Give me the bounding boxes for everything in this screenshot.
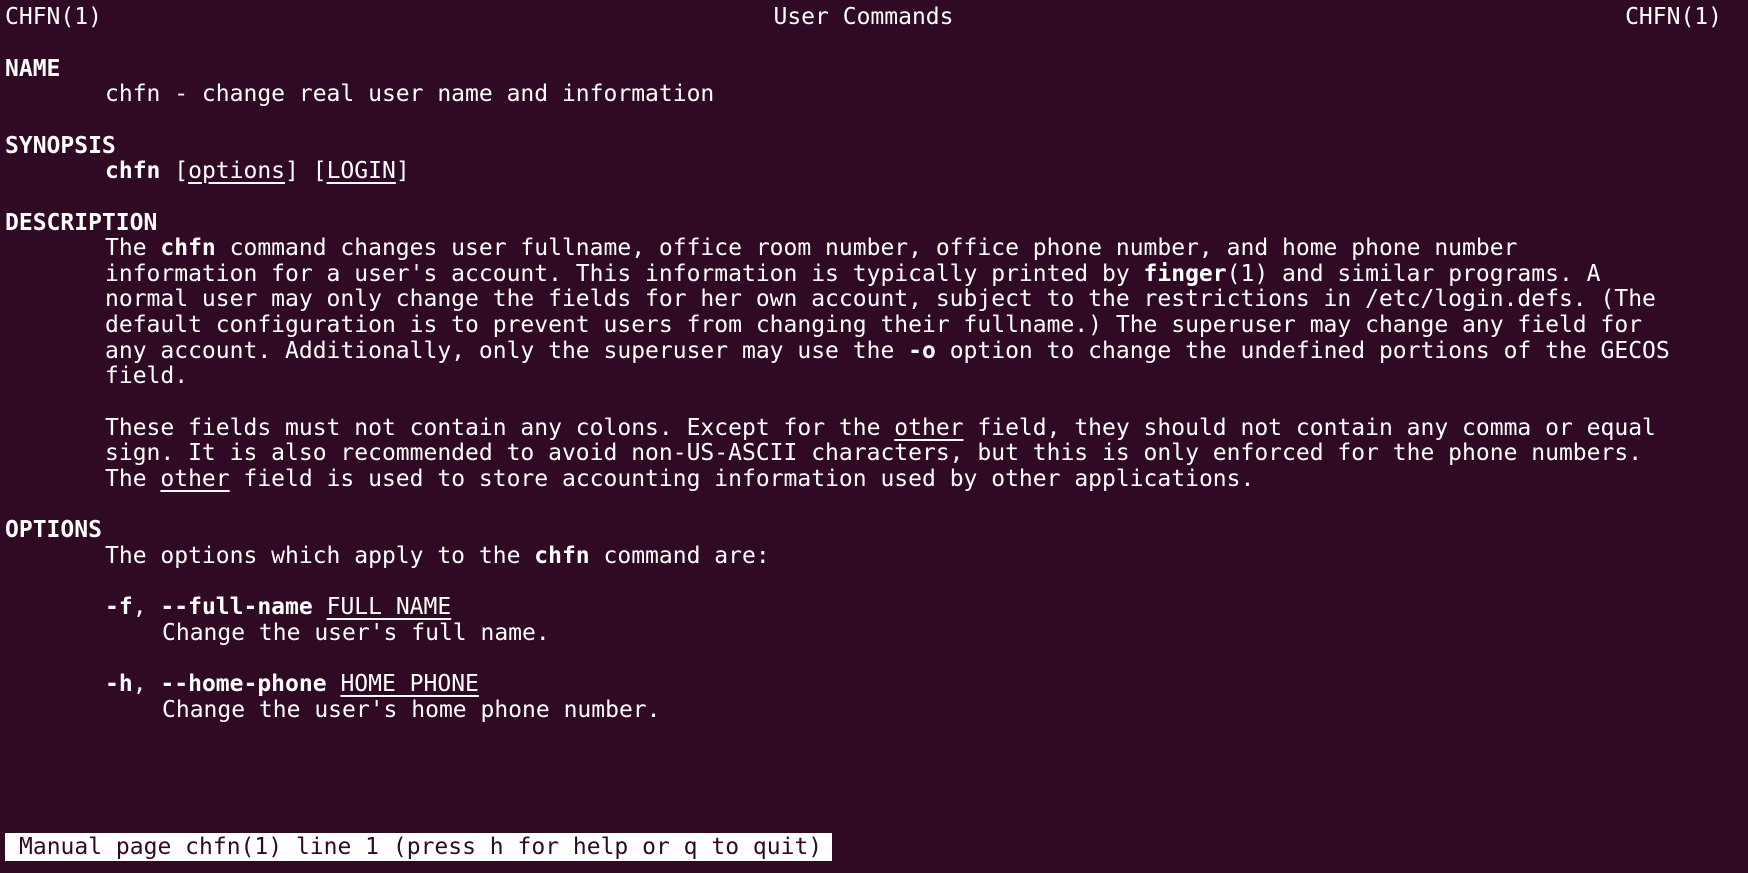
text-run: any account. Additionally, only the supe… (105, 338, 909, 364)
field-ref: other (894, 415, 964, 441)
name-description: chfn - change real user name and informa… (105, 81, 715, 107)
option-argument: HOME_PHONE (340, 671, 479, 697)
section-heading-name: NAME (5, 56, 61, 82)
text-run: field, they should not contain any comma… (963, 415, 1656, 441)
header-left: CHFN(1) (5, 4, 102, 30)
synopsis-line: chfn [options] [LOGIN] (105, 157, 410, 186)
option-full-name: -f, --full-name FULL_NAME (105, 593, 451, 622)
description-line: any account. Additionally, only the supe… (105, 337, 1670, 366)
terminal-window[interactable]: CHFN(1) User Commands CHFN(1) NAME chfn … (0, 0, 1748, 873)
text-run: These fields must not contain any colons… (105, 415, 895, 441)
section-heading-synopsis: SYNOPSIS (5, 133, 116, 159)
option-description: Change the user's full name. (162, 620, 550, 646)
description-line: The chfn command changes user fullname, … (105, 234, 1517, 263)
synopsis-bracket: ] [ (285, 158, 327, 184)
command-ref: finger (1143, 261, 1227, 287)
text-run: option to change the undefined portions … (935, 338, 1670, 364)
man-page-header: CHFN(1) User Commands CHFN(1) (5, 3, 1722, 32)
section-heading-options: OPTIONS (5, 517, 102, 543)
pager-status-bar: Manual page chfn(1) line 1 (press h for … (5, 833, 833, 861)
option-description: Change the user's home phone number. (162, 697, 661, 723)
text-run: The options which apply to the (105, 543, 535, 569)
text-run: information for a user's account. This i… (105, 261, 1144, 287)
description-line: sign. It is also recommended to avoid no… (105, 440, 1643, 466)
header-center: User Commands (773, 4, 954, 30)
description-line: default configuration is to prevent user… (105, 312, 1643, 338)
description-line: field. (105, 363, 189, 389)
option-ref: -o (908, 338, 936, 364)
description-line: The other field is used to store account… (105, 465, 1254, 494)
field-ref: other (160, 466, 230, 492)
options-intro: The options which apply to the chfn comm… (105, 542, 770, 571)
option-short-flag: -h (105, 671, 133, 697)
text-run: command changes user fullname, office ro… (215, 235, 1518, 261)
option-short-flag: -f (105, 594, 133, 620)
text-run: field is used to store accounting inform… (229, 466, 1255, 492)
text-run: The (105, 466, 161, 492)
synopsis-login: LOGIN (326, 158, 396, 184)
option-separator: , (132, 594, 161, 620)
option-home-phone: -h, --home-phone HOME_PHONE (105, 670, 479, 699)
command-ref: chfn (160, 235, 216, 261)
option-long-flag: --full-name (160, 594, 313, 620)
synopsis-options: options (188, 158, 286, 184)
synopsis-bracket: ] (395, 158, 410, 184)
header-right: CHFN(1) (1625, 4, 1722, 30)
option-separator: , (132, 671, 161, 697)
option-long-flag: --home-phone (160, 671, 327, 697)
text-run: command are: (589, 543, 770, 569)
command-ref: chfn (534, 543, 590, 569)
text-run: The (105, 235, 161, 261)
option-argument: FULL_NAME (326, 594, 452, 620)
text-run: (1) and similar programs. A (1226, 261, 1601, 287)
description-line: normal user may only change the fields f… (105, 286, 1656, 312)
synopsis-command: chfn (105, 158, 161, 184)
synopsis-bracket: [ (160, 158, 189, 184)
